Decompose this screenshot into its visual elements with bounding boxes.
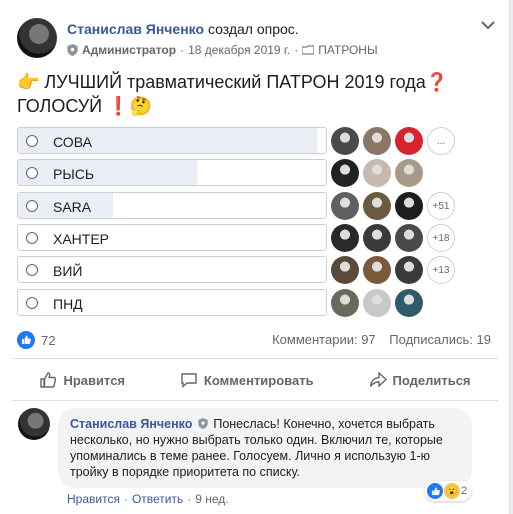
more-voters-button[interactable]: +18 [427,224,455,252]
poll-option-radio[interactable] [26,297,38,309]
poll-option[interactable]: РЫСЬ [17,159,327,186]
voter-avatar[interactable] [331,159,359,187]
voter-avatar[interactable] [395,256,423,284]
poll-option-radio[interactable] [26,264,38,276]
author-name[interactable]: Станислав Янченко [67,21,204,37]
poll-option-voters [331,289,423,317]
post-text-line2: ГОЛОСУЙ ❗🤔 [17,96,152,116]
voter-avatar[interactable] [331,192,359,220]
comment-reply-link[interactable]: Ответить [132,492,183,506]
more-voters-button[interactable]: +13 [427,256,455,284]
poll-option-voters: ... [331,127,455,155]
subscribers-count[interactable]: Подписались: 19 [389,332,491,347]
like-reaction-icon [17,331,35,349]
more-voters-button[interactable]: ... [427,127,455,155]
likes-summary[interactable]: 72 [17,331,55,349]
stats-right: Комментарии: 97 Подписались: 19 [272,332,491,347]
comment-reactions[interactable]: 😮 2 [425,481,472,501]
likes-count: 72 [41,332,56,348]
poll-option-radio[interactable] [26,200,38,212]
voter-avatar[interactable] [331,256,359,284]
admin-label: Администратор [82,43,177,57]
share-label: Поделиться [392,372,471,388]
poll-option-result-bar [18,160,197,185]
voter-avatar[interactable] [331,127,359,155]
comments-count[interactable]: Комментарии: 97 [272,332,376,347]
divider [12,358,498,359]
group-name[interactable]: ПАТРОНЫ [318,43,377,57]
post-card: Станислав Янченко создал опрос. Админист… [0,0,510,514]
like-button[interactable]: Нравится [39,371,125,389]
voter-avatar[interactable] [363,256,391,284]
admin-shield-icon [67,44,78,56]
poll-option-radio[interactable] [26,167,38,179]
post-text-line1: 👉 ЛУЧШИЙ травматический ПАТРОН 2019 года… [17,72,449,92]
poll-option-label: ХАНТЕР [53,231,110,247]
comment-time[interactable]: 9 нед. [195,492,228,506]
post-actions: Нравится Комментировать Поделиться [12,364,498,396]
meta-dot: · [180,43,185,57]
voter-avatar[interactable] [363,224,391,252]
post-action-text: создал опрос. [207,21,299,37]
poll-option-voters: +13 [331,256,455,284]
voter-avatar[interactable] [395,159,423,187]
poll-option[interactable]: SARA [17,192,327,219]
share-icon [369,371,387,388]
comment-like-link[interactable]: Нравится [67,492,120,506]
voter-avatar[interactable] [395,289,423,317]
wow-reaction-icon: 😮 [444,483,460,499]
post-header-line: Станислав Янченко создал опрос. [67,21,299,37]
meta-dot: · [294,43,299,57]
comment-icon [181,373,197,389]
voter-avatar[interactable] [363,289,391,317]
voter-avatar[interactable] [331,289,359,317]
comment-actions-separator: · [123,492,128,506]
poll-option-label: SARA [53,199,92,215]
poll-option[interactable]: ВИЙ [17,256,327,283]
comment-button[interactable]: Комментировать [180,371,314,389]
like-label: Нравится [63,372,126,388]
voter-avatar[interactable] [363,159,391,187]
more-voters-button[interactable]: +51 [427,192,455,220]
thumbs-up-icon [40,372,57,388]
poll-option[interactable]: ХАНТЕР [17,224,327,251]
voter-avatar[interactable] [363,127,391,155]
comment-label: Комментировать [203,372,314,388]
post-text: 👉 ЛУЧШИЙ травматический ПАТРОН 2019 года… [17,70,497,118]
poll-option[interactable]: ПНД [17,289,327,316]
like-reaction-icon [427,483,443,499]
comment-bubble: Станислав Янченко Понеслась! Конечно, хо… [58,408,472,488]
poll-option-voters: +18 [331,224,455,252]
post-meta: Администратор · 18 декабря 2019 г. · ПАТ… [67,43,378,57]
comment-actions-separator: · [187,492,192,506]
poll-option-voters [331,159,423,187]
comment-author[interactable]: Станислав Янченко [70,417,192,431]
comment-reactions-count: 2 [461,485,468,497]
admin-shield-icon [198,418,208,429]
poll-option-label: СОВА [53,134,92,150]
comment-actions: Нравится · Ответить · 9 нед. [67,492,229,506]
group-icon [302,45,315,55]
poll-option-voters: +51 [331,192,455,220]
poll-option-label: ВИЙ [53,263,83,279]
comment-avatar[interactable] [18,408,50,440]
poll-option-label: ПНД [53,296,83,312]
chevron-down-icon[interactable] [481,20,495,30]
voter-avatar[interactable] [395,127,423,155]
poll-option-radio[interactable] [26,135,38,147]
voter-avatar[interactable] [331,224,359,252]
poll-option-label: РЫСЬ [53,166,95,182]
share-button[interactable]: Поделиться [369,371,471,389]
voter-avatar[interactable] [395,192,423,220]
divider [12,400,498,401]
post-date[interactable]: 18 декабря 2019 г. [188,43,290,57]
author-avatar[interactable] [17,18,57,58]
voter-avatar[interactable] [395,224,423,252]
voter-avatar[interactable] [363,192,391,220]
poll-option-radio[interactable] [26,232,38,244]
poll-option[interactable]: СОВА [17,127,327,154]
